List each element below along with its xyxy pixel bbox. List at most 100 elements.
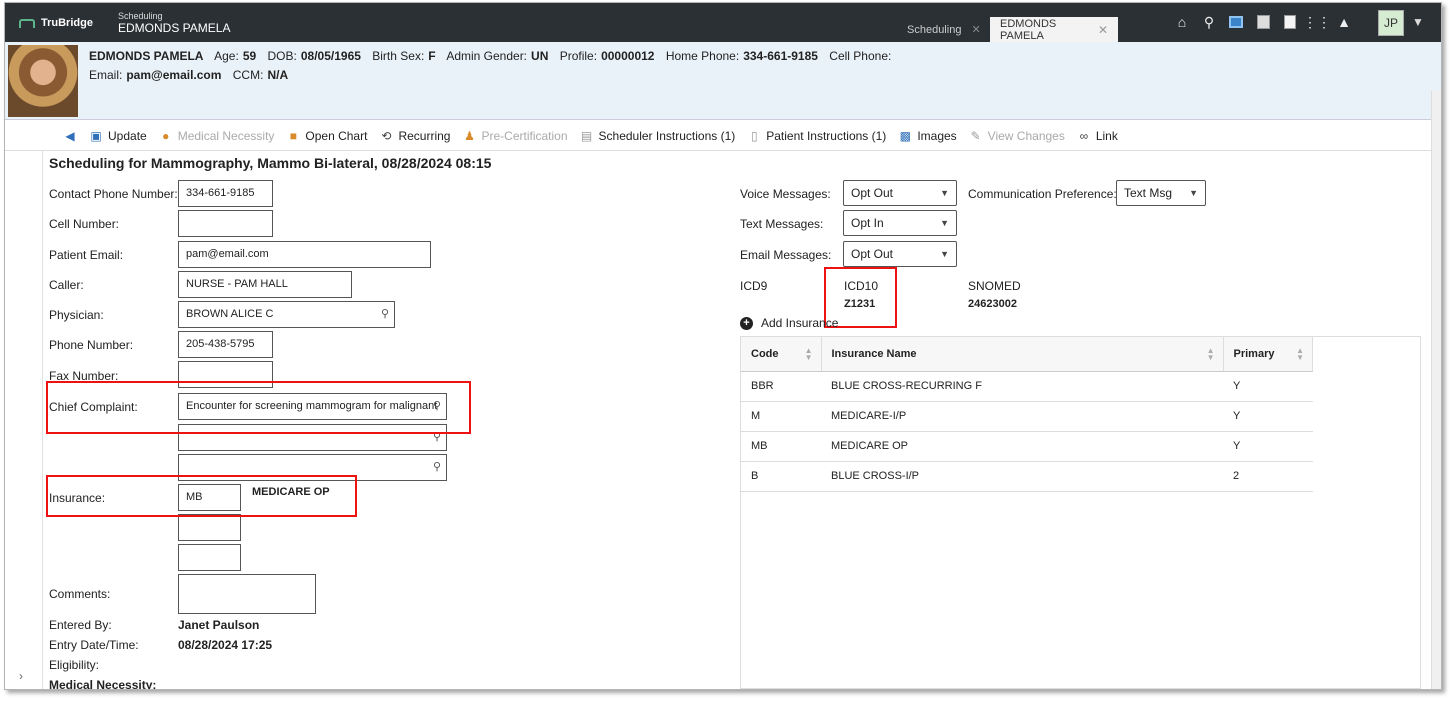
user-avatar[interactable]: JP <box>1378 10 1404 36</box>
top-icon-group: ⌂ ⚲ ⋮⋮ ▲ <box>1173 13 1353 31</box>
window-icon[interactable] <box>1227 13 1245 31</box>
insurance-table-panel: Code ▲ ▼ Insurance Name ▲ ▼ Primary ▲ ▼ BBR BL… <box>740 336 1421 689</box>
home-phone-label: Home Phone: <box>665 49 740 63</box>
back-arrow-icon: ◀ <box>65 129 75 143</box>
medical-necessity-icon: ● <box>162 129 170 143</box>
column-header-insurance-name[interactable]: Insurance Name ▲ ▼ <box>821 337 1224 372</box>
icd9-label: ICD9 <box>740 279 768 293</box>
plus-circle-icon: + <box>740 316 753 330</box>
cell-primary: Y <box>1223 431 1313 462</box>
top-bar: TruBridge Scheduling EDMONDS PAMELA Sche… <box>5 3 1441 42</box>
insurance-code-input-2[interactable] <box>178 514 241 541</box>
medical-necessity-label: Medical Necessity <box>177 129 275 143</box>
dob-value: 08/05/1965 <box>300 49 361 63</box>
sort-icon[interactable]: ▲ ▼ <box>805 347 813 362</box>
tab-label: Scheduling <box>907 23 962 36</box>
gender-label: Admin Gender: <box>446 49 528 63</box>
insurance-code-input-3[interactable] <box>178 544 241 571</box>
chevron-down-icon: ▼ <box>1189 188 1198 198</box>
action-toolbar: ◀ ▣ Update ● Medical Necessity ■ Open Chart… <box>5 121 1441 151</box>
email-messages-select[interactable]: Opt Out ▼ <box>843 241 957 267</box>
communication-preference-value: Text Msg <box>1124 186 1173 200</box>
scheduler-instructions-button[interactable]: ▤ Scheduler Instructions (1) <box>580 129 735 143</box>
column-header-code[interactable]: Code ▲ ▼ <box>741 337 822 372</box>
contact-phone-input[interactable]: 334-661-9185 <box>178 180 273 207</box>
tab-scheduling[interactable]: Scheduling ✕ <box>895 17 990 42</box>
document-icon: ▯ <box>750 129 758 143</box>
column-header-primary[interactable]: Primary ▲ ▼ <box>1223 337 1313 372</box>
profile-value: 00000012 <box>601 49 655 63</box>
sex-label: Birth Sex: <box>372 49 425 63</box>
pre-certification-button[interactable]: ♟ Pre-Certification <box>462 129 567 143</box>
cell-number-input[interactable] <box>178 210 273 237</box>
images-button[interactable]: ▩ Images <box>898 129 957 143</box>
search-icon[interactable]: ⚲ <box>433 460 441 473</box>
table-row[interactable]: BBR BLUE CROSS-RECURRING F Y <box>741 371 1313 402</box>
chevron-right-icon[interactable]: › <box>19 669 23 683</box>
communication-preference-select[interactable]: Text Msg ▼ <box>1116 180 1206 206</box>
cell-phone-label: Cell Phone: <box>829 49 892 63</box>
snomed-label: SNOMED <box>968 279 1021 293</box>
chevron-down-icon: ▼ <box>940 218 949 228</box>
medical-necessity-button[interactable]: ● Medical Necessity <box>159 129 275 143</box>
medical-necessity-label: Medical Necessity: <box>49 678 157 690</box>
voice-messages-select[interactable]: Opt Out ▼ <box>843 180 957 206</box>
text-messages-value: Opt In <box>851 216 884 230</box>
add-insurance-button[interactable]: + Add Insurance <box>740 316 838 330</box>
notification-bell-icon[interactable]: ▲ <box>1335 13 1353 31</box>
entered-by-label: Entered By: <box>49 618 112 632</box>
search-icon[interactable]: ⚲ <box>1200 13 1218 31</box>
tab-patient[interactable]: EDMONDS PAMELA ✕ <box>990 17 1118 42</box>
view-changes-button[interactable]: ✎ View Changes <box>969 129 1065 143</box>
vertical-scrollbar[interactable] <box>1431 91 1441 689</box>
patient-name: EDMONDS PAMELA <box>89 49 204 63</box>
home-phone-value: 334-661-9185 <box>743 49 818 63</box>
phone-number-input[interactable]: 205-438-5795 <box>178 331 273 358</box>
trubridge-logo[interactable]: TruBridge <box>19 17 93 29</box>
home-icon[interactable]: ⌂ <box>1173 13 1191 31</box>
caller-input[interactable]: NURSE - PAM HALL <box>178 271 352 298</box>
cell-primary: Y <box>1223 371 1313 402</box>
physician-input[interactable]: BROWN ALICE C ⚲ <box>178 301 395 328</box>
recurring-button[interactable]: ⟲ Recurring <box>379 129 450 143</box>
notes-icon[interactable] <box>1281 13 1299 31</box>
update-label: Update <box>108 129 147 143</box>
sex-value: F <box>428 49 436 63</box>
patient-instructions-button[interactable]: ▯ Patient Instructions (1) <box>747 129 886 143</box>
open-chart-button[interactable]: ■ Open Chart <box>286 129 368 143</box>
physician-value: BROWN ALICE C <box>186 308 274 320</box>
patient-email-input[interactable]: pam@email.com <box>178 241 431 268</box>
email-value: pam@email.com <box>126 68 222 82</box>
snomed-value: 24623002 <box>968 298 1017 310</box>
update-button[interactable]: ▣ Update <box>89 129 147 143</box>
gender-value: UN <box>531 49 549 63</box>
link-button[interactable]: ∞ Link <box>1077 129 1118 143</box>
search-icon[interactable]: ⚲ <box>381 307 389 320</box>
patient-email-label: Patient Email: <box>49 248 124 262</box>
email-messages-label: Email Messages: <box>740 248 832 262</box>
comments-input[interactable] <box>178 574 316 614</box>
apps-grid-icon[interactable]: ⋮⋮ <box>1303 13 1331 31</box>
cell-insurance-name: BLUE CROSS-RECURRING F <box>821 371 1223 402</box>
documents-icon[interactable] <box>1254 13 1272 31</box>
chart-icon: ■ <box>289 129 298 143</box>
sort-icon[interactable]: ▲ ▼ <box>1207 347 1215 362</box>
table-row[interactable]: MB MEDICARE OP Y <box>741 431 1313 462</box>
insurance-table: Code ▲ ▼ Insurance Name ▲ ▼ Primary ▲ ▼ BBR BL… <box>741 337 1313 492</box>
close-tab-icon[interactable]: ✕ <box>971 23 980 36</box>
pre-cert-icon: ♟ <box>464 129 475 143</box>
email-label: Email: <box>89 68 123 82</box>
sort-icon[interactable]: ▲ ▼ <box>1296 347 1304 362</box>
age-value: 59 <box>242 49 257 63</box>
entry-datetime-value: 08/28/2024 17:25 <box>178 638 273 652</box>
table-row[interactable]: M MEDICARE-I/P Y <box>741 401 1313 432</box>
ccm-label: CCM: <box>232 68 264 82</box>
back-button[interactable]: ◀ <box>63 129 77 143</box>
highlight-insurance <box>46 475 357 517</box>
chevron-down-icon[interactable]: ▼ <box>1412 15 1424 29</box>
context-module: Scheduling <box>118 11 163 21</box>
patient-header: EDMONDS PAMELA Age: 59 DOB: 08/05/1965 Bir… <box>5 42 1441 120</box>
text-messages-select[interactable]: Opt In ▼ <box>843 210 957 236</box>
close-tab-icon[interactable]: ✕ <box>1098 23 1108 37</box>
table-row[interactable]: B BLUE CROSS-I/P 2 <box>741 461 1313 492</box>
